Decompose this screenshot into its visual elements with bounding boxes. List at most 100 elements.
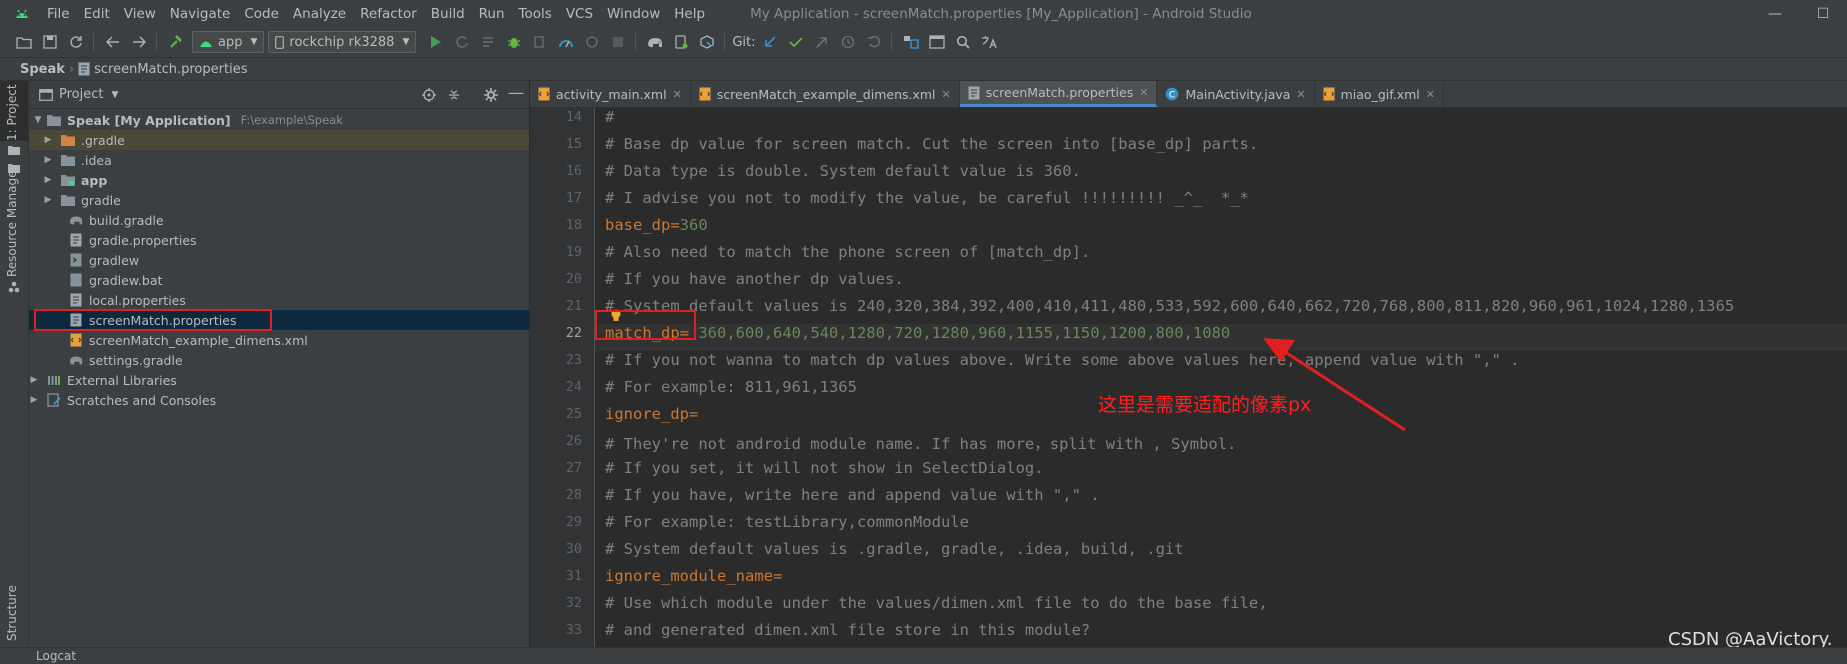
menu-help[interactable]: Help	[667, 6, 712, 22]
tab-screenmatch-properties[interactable]: screenMatch.properties ✕	[959, 81, 1158, 107]
menu-vcs[interactable]: VCS	[559, 6, 600, 22]
expand-arrow-icon[interactable]: ▶	[43, 175, 53, 185]
code-editor[interactable]: # # Base dp value for screen match. Cut …	[595, 108, 1847, 647]
close-icon[interactable]: ✕	[942, 88, 951, 101]
chevron-down-icon[interactable]: ▼	[111, 90, 118, 100]
tree-item[interactable]: ▶ .idea	[29, 150, 529, 170]
tree-item[interactable]: ▶ .gradle	[29, 130, 529, 150]
open-folder-icon[interactable]	[12, 31, 36, 53]
close-icon[interactable]: ✕	[673, 88, 682, 101]
forward-arrow-icon[interactable]	[127, 31, 151, 53]
tab-miao-gif[interactable]: miao_gif.xml ✕	[1315, 81, 1444, 107]
line-number: 26	[565, 433, 582, 449]
breadcrumb-root[interactable]: Speak	[20, 62, 65, 77]
property-key: ignore_module_name	[605, 567, 773, 585]
breadcrumb-file[interactable]: screenMatch.properties	[94, 62, 247, 77]
tree-item[interactable]: build.gradle	[29, 210, 529, 230]
tree-item[interactable]: ▶ app	[29, 170, 529, 190]
tree-item[interactable]: ▶ gradle	[29, 190, 529, 210]
history-clock-icon[interactable]	[836, 31, 860, 53]
tree-root[interactable]: ▼ Speak [My Application] F:\example\Spea…	[29, 110, 529, 130]
tree-item[interactable]: gradle.properties	[29, 230, 529, 250]
project-tool-tab[interactable]: 1: Project	[5, 84, 19, 141]
gear-icon[interactable]	[484, 88, 498, 102]
tree-item[interactable]: settings.gradle	[29, 350, 529, 370]
run-play-icon[interactable]	[424, 31, 448, 53]
line-number: 20	[565, 271, 582, 287]
profiler-icon[interactable]	[554, 31, 578, 53]
tree-item-label: screenMatch_example_dimens.xml	[89, 332, 308, 348]
tree-item[interactable]: local.properties	[29, 290, 529, 310]
structure-tool-tab[interactable]: Structure	[5, 585, 19, 641]
attach-debugger-icon[interactable]	[528, 31, 552, 53]
project-view-selector[interactable]: Project	[59, 87, 103, 102]
logcat-tool-tab[interactable]: Logcat	[36, 649, 76, 663]
coverage-icon[interactable]	[580, 31, 604, 53]
menu-tools[interactable]: Tools	[512, 6, 559, 22]
debug-bug-icon[interactable]	[502, 31, 526, 53]
expand-arrow-icon[interactable]: ▶	[43, 195, 53, 205]
expand-arrow-icon[interactable]: ▶	[29, 395, 39, 405]
tree-item[interactable]: screenMatch_example_dimens.xml	[29, 330, 529, 350]
code-line-property-current: match_dp= 360,600,640,540,1280,720,1280,…	[605, 324, 1230, 342]
maximize-button[interactable]: ☐	[1799, 6, 1847, 22]
tree-item[interactable]: gradlew.bat	[29, 270, 529, 290]
menu-window[interactable]: Window	[600, 6, 667, 22]
svg-text:C: C	[1169, 91, 1175, 101]
expand-arrow-icon[interactable]: ▼	[33, 115, 43, 125]
tree-item[interactable]: gradlew	[29, 250, 529, 270]
sdk-manager-icon[interactable]	[695, 31, 719, 53]
menu-navigate[interactable]: Navigate	[163, 6, 238, 22]
git-update-icon[interactable]	[758, 31, 782, 53]
menu-run[interactable]: Run	[472, 6, 512, 22]
stop-icon[interactable]	[606, 31, 630, 53]
expand-arrow-icon[interactable]: ▶	[29, 375, 39, 385]
expand-arrow-icon[interactable]: ▶	[43, 155, 53, 165]
line-number: 17	[565, 190, 582, 206]
breadcrumb-separator: ›	[68, 61, 75, 77]
search-icon[interactable]	[951, 31, 975, 53]
menu-build[interactable]: Build	[424, 6, 472, 22]
make-project-hammer-icon[interactable]	[164, 31, 188, 53]
tab-activity-main[interactable]: activity_main.xml ✕	[530, 81, 691, 107]
close-icon[interactable]: ✕	[1426, 88, 1435, 101]
locate-file-icon[interactable]	[422, 88, 436, 102]
tab-screenmatch-example-dimens[interactable]: screenMatch_example_dimens.xml ✕	[691, 81, 960, 107]
menu-code[interactable]: Code	[237, 6, 286, 22]
menu-analyze[interactable]: Analyze	[286, 6, 353, 22]
device-dropdown[interactable]: rockchip rk3288 ▼	[268, 31, 417, 53]
menu-file[interactable]: File	[40, 6, 77, 22]
translate-icon[interactable]	[977, 31, 1001, 53]
text-file-icon	[70, 273, 82, 287]
resource-manager-tool-tab[interactable]: Resource Manager	[5, 166, 19, 277]
tree-item-scratches[interactable]: ▶ Scratches and Consoles	[29, 390, 529, 410]
save-icon[interactable]	[38, 31, 62, 53]
close-icon[interactable]: ✕	[1296, 88, 1305, 101]
hide-panel-icon[interactable]: —	[508, 83, 524, 102]
project-structure-icon[interactable]	[899, 31, 923, 53]
gradle-sync-elephant-icon[interactable]	[643, 31, 667, 53]
close-icon[interactable]: ✕	[1139, 86, 1148, 99]
collapse-all-icon[interactable]	[447, 88, 461, 102]
menu-edit[interactable]: Edit	[77, 6, 117, 22]
tab-mainactivity-java[interactable]: C MainActivity.java ✕	[1157, 81, 1315, 107]
property-equals: =	[689, 405, 699, 423]
git-commit-check-icon[interactable]	[784, 31, 808, 53]
run-config-dropdown[interactable]: app ▼	[192, 31, 265, 53]
apply-changes-icon[interactable]	[450, 31, 474, 53]
expand-arrow-icon[interactable]: ▶	[43, 135, 53, 145]
terminal-icon[interactable]	[925, 31, 949, 53]
back-arrow-icon[interactable]	[101, 31, 125, 53]
avd-manager-icon[interactable]	[669, 31, 693, 53]
git-push-icon[interactable]	[810, 31, 834, 53]
menu-refactor[interactable]: Refactor	[353, 6, 424, 22]
project-panel-header: Project ▼ —	[29, 81, 529, 109]
rollback-icon[interactable]	[862, 31, 886, 53]
sync-icon[interactable]	[64, 31, 88, 53]
apply-code-changes-icon[interactable]	[476, 31, 500, 53]
minimize-button[interactable]: —	[1751, 6, 1799, 22]
gradle-elephant-icon	[69, 216, 83, 225]
tree-item-external-libraries[interactable]: ▶ External Libraries	[29, 370, 529, 390]
annotation-text: 这里是需要适配的像素px	[1098, 394, 1312, 416]
menu-view[interactable]: View	[117, 6, 163, 22]
